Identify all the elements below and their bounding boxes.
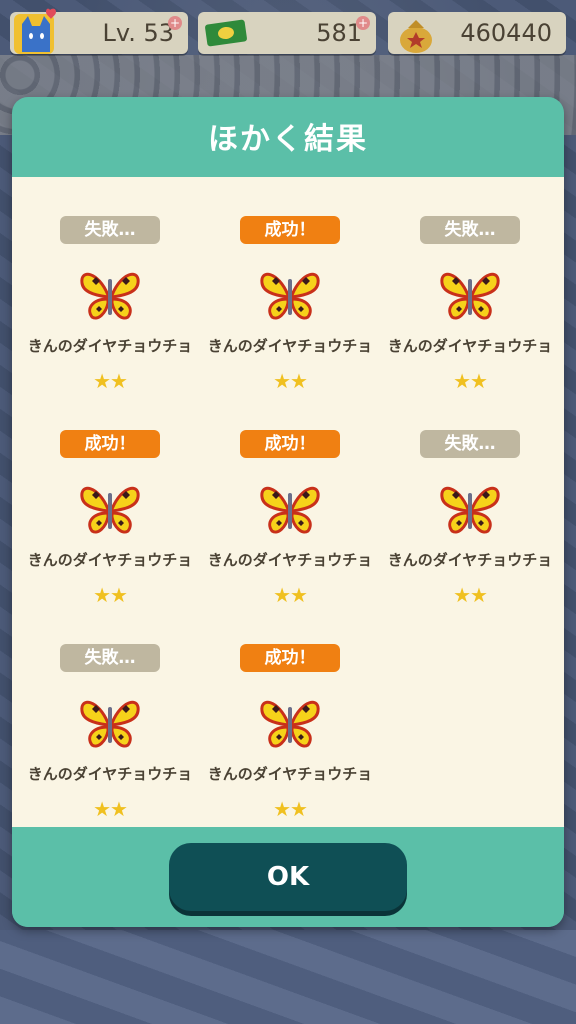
item-name: きんのダイヤチョウチョ bbox=[387, 337, 553, 355]
butterfly-icon bbox=[80, 700, 140, 748]
butterfly-icon bbox=[80, 486, 140, 534]
rarity-stars: ★★ bbox=[93, 797, 128, 821]
result-item: 成功！ きんのダイヤチョウチョ ★★ bbox=[195, 177, 375, 393]
result-item: 失敗… きんのダイヤチョウチョ ★★ bbox=[375, 177, 555, 393]
status-badge: 成功！ bbox=[60, 430, 160, 458]
butterfly-icon bbox=[80, 272, 140, 320]
results-panel: 失敗… きんのダイヤチョウチョ ★★ 成功！ きんのダイヤチョウチョ ★★ 失敗… bbox=[12, 177, 564, 827]
item-name: きんのダイヤチョウチョ bbox=[387, 551, 553, 569]
bell-bag-icon bbox=[400, 20, 432, 53]
result-item: 失敗… きんのダイヤチョウチョ ★★ bbox=[375, 391, 555, 607]
dialog-footer: OK bbox=[12, 827, 564, 927]
item-name: きんのダイヤチョウチョ bbox=[207, 551, 373, 569]
rarity-stars: ★★ bbox=[93, 369, 128, 393]
status-badge: 成功！ bbox=[240, 216, 340, 244]
status-badge: 成功！ bbox=[240, 430, 340, 458]
result-item: 成功！ きんのダイヤチョウチョ ★★ bbox=[195, 391, 375, 607]
butterfly-icon bbox=[260, 272, 320, 320]
leaf-ticket-icon bbox=[205, 19, 247, 47]
results-grid: 失敗… きんのダイヤチョウチョ ★★ 成功！ きんのダイヤチョウチョ ★★ 失敗… bbox=[12, 177, 564, 827]
level-display[interactable]: Lv. 53 + bbox=[10, 8, 188, 54]
rarity-stars: ★★ bbox=[93, 583, 128, 607]
status-badge: 失敗… bbox=[420, 216, 520, 244]
tickets-plus-icon: + bbox=[356, 16, 370, 30]
ok-button[interactable]: OK bbox=[169, 843, 407, 911]
butterfly-icon bbox=[260, 486, 320, 534]
rarity-stars: ★★ bbox=[273, 369, 308, 393]
status-badge: 失敗… bbox=[60, 644, 160, 672]
leaf-ticket-display[interactable]: 581 + bbox=[198, 12, 376, 54]
result-item: 成功！ きんのダイヤチョウチョ ★★ bbox=[195, 605, 375, 821]
item-name: きんのダイヤチョウチョ bbox=[27, 765, 193, 783]
status-badge: 失敗… bbox=[420, 430, 520, 458]
item-name: きんのダイヤチョウチョ bbox=[27, 337, 193, 355]
result-item: 成功！ きんのダイヤチョウチョ ★★ bbox=[15, 391, 195, 607]
background-floor bbox=[0, 930, 576, 1024]
catch-results-dialog: ほかく結果 失敗… きんのダイヤチョウチョ ★★ 成功！ きんのダイヤチョウチョ… bbox=[12, 97, 564, 927]
result-item: 失敗… きんのダイヤチョウチョ ★★ bbox=[15, 177, 195, 393]
status-badge: 成功！ bbox=[240, 644, 340, 672]
level-plus-icon: + bbox=[168, 16, 182, 30]
bells-display[interactable]: 460440 bbox=[388, 12, 566, 54]
item-name: きんのダイヤチョウチョ bbox=[207, 337, 373, 355]
butterfly-icon bbox=[440, 486, 500, 534]
item-name: きんのダイヤチョウチョ bbox=[27, 551, 193, 569]
top-status-bar: Lv. 53 + 581 + 460440 bbox=[0, 0, 576, 56]
result-item: 失敗… きんのダイヤチョウチョ ★★ bbox=[15, 605, 195, 821]
butterfly-icon bbox=[440, 272, 500, 320]
rarity-stars: ★★ bbox=[273, 797, 308, 821]
butterfly-icon bbox=[260, 700, 320, 748]
rarity-stars: ★★ bbox=[453, 369, 488, 393]
rarity-stars: ★★ bbox=[453, 583, 488, 607]
item-name: きんのダイヤチョウチョ bbox=[207, 765, 373, 783]
cat-avatar-icon bbox=[14, 8, 56, 54]
dialog-title: ほかく結果 bbox=[208, 122, 368, 157]
leaf-ticket-value: 581 bbox=[316, 19, 362, 47]
level-value: Lv. 53 bbox=[102, 19, 174, 47]
rarity-stars: ★★ bbox=[273, 583, 308, 607]
bells-value: 460440 bbox=[460, 19, 552, 47]
status-badge: 失敗… bbox=[60, 216, 160, 244]
